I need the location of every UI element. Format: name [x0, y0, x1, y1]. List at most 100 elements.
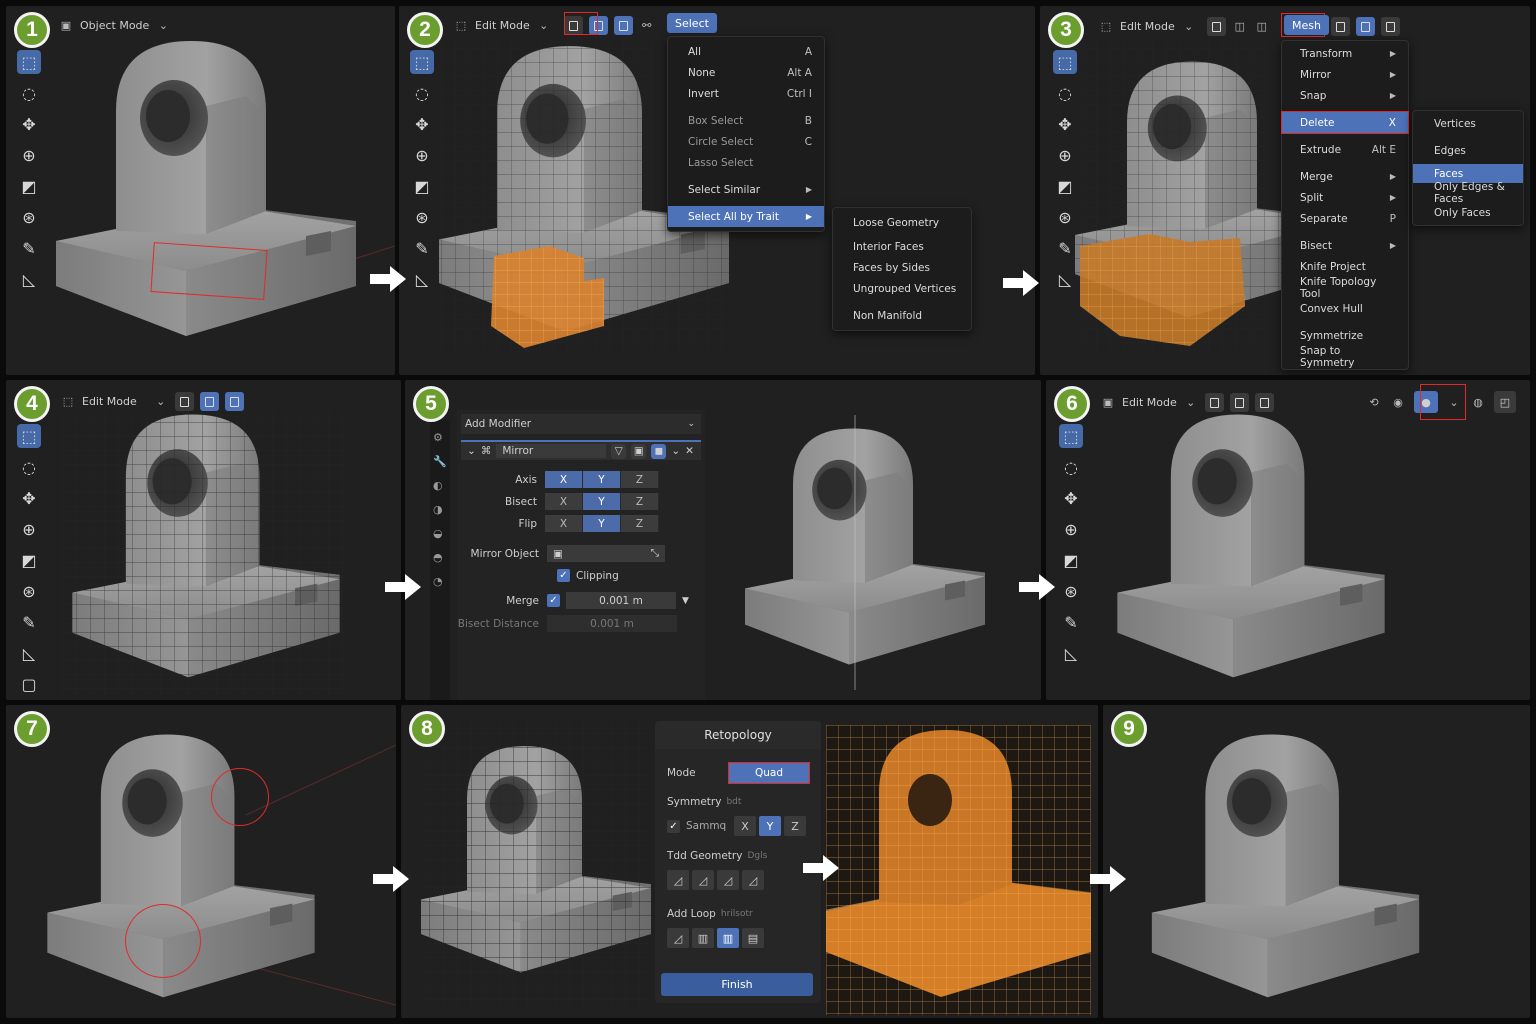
mode-selector[interactable]: ⬚ Edit Mode ⌄	[60, 392, 244, 411]
vertex-select-icon[interactable]	[174, 392, 194, 411]
vertex-select-icon[interactable]	[1331, 17, 1350, 36]
menu-item[interactable]: Extrude Alt E	[1282, 139, 1408, 160]
menu-item[interactable]: Ungrouped Vertices	[833, 278, 971, 299]
cursor-tool-icon[interactable]: ◌	[17, 81, 41, 105]
modifier-name-field[interactable]: Mirror	[496, 444, 607, 458]
mode-selector[interactable]: ⬚ Edlt Mode ⌄ ◫ ◫	[1098, 17, 1270, 36]
menu-item[interactable]: Knife Project	[1282, 256, 1408, 277]
geometry-tool-1-icon[interactable]: ◿	[667, 870, 689, 890]
menu-item-delete[interactable]: Delete X	[1281, 111, 1409, 134]
menu-item[interactable]: None Alt A	[668, 62, 824, 83]
menu-item[interactable]: Snap to Symmetry	[1282, 345, 1408, 369]
move-tool-icon[interactable]: ✥	[17, 486, 41, 510]
transform-tool-icon[interactable]: ⊛	[410, 205, 434, 229]
scale-tool-icon[interactable]: ◩	[1053, 174, 1077, 198]
link-icon[interactable]: ⚯	[639, 18, 655, 34]
menu-item-select-all-by-trait[interactable]: Select All by Trait ▶	[668, 206, 824, 227]
menu-item[interactable]: Select Similar ▶	[668, 179, 824, 200]
add-icon[interactable]: ◫	[1254, 19, 1270, 35]
transform-tool-icon[interactable]: ⊛	[17, 205, 41, 229]
menu-item[interactable]: Vertices	[1413, 113, 1523, 134]
mirror-modifier-header[interactable]: ⌄ ⌘ Mirror ▽ ▣ ◼ ⌄ ✕	[461, 440, 701, 460]
symmetry-z-button[interactable]: Z	[784, 816, 806, 836]
gizmo-icon[interactable]: ⟲	[1366, 394, 1382, 410]
bisect-toggle[interactable]: XYZ	[545, 493, 659, 510]
viewport-1[interactable]	[6, 6, 395, 375]
face-select-icon[interactable]	[613, 16, 633, 35]
mode-quad-button[interactable]: Quad	[728, 762, 810, 784]
geometry-tool-2-icon[interactable]: ◿	[692, 870, 714, 890]
face-select-icon[interactable]	[1254, 393, 1274, 412]
annotate-tool-icon[interactable]: ✎	[1059, 610, 1083, 634]
menu-item[interactable]: All A	[668, 41, 824, 62]
menu-item[interactable]: Faces by Sides	[833, 257, 971, 278]
add-modifier-dropdown[interactable]: Add Modifier ⌄	[461, 414, 701, 434]
flip-toggle[interactable]: XYZ	[545, 515, 659, 532]
select-menu-tab[interactable]: Select	[667, 13, 717, 33]
transform-tool-icon[interactable]: ⊛	[1053, 205, 1077, 229]
symmetry-checkbox[interactable]: ✓	[667, 819, 680, 833]
move-tool-icon[interactable]: ✥	[410, 112, 434, 136]
loop-tool-4-icon[interactable]: ▤	[742, 928, 764, 948]
measure-tool-icon[interactable]: ◺	[1053, 267, 1077, 291]
merge-distance-field[interactable]: 0.001 m	[566, 592, 676, 609]
menu-item[interactable]: Only Faces	[1413, 203, 1523, 223]
menu-item[interactable]: Symmetrize	[1282, 325, 1408, 346]
merge-checkbox[interactable]: ✓	[547, 594, 560, 607]
viewport-toggle-icon[interactable]: ▣	[631, 443, 647, 459]
loop-tool-3-icon[interactable]: ▥	[717, 928, 739, 948]
menu-item[interactable]: Snap ▶	[1282, 85, 1408, 106]
loop-tool-1-icon[interactable]: ◿	[667, 928, 689, 948]
mirror-object-field[interactable]: ▣ ⤡	[547, 545, 665, 562]
cursor-tool-icon[interactable]: ◌	[1053, 81, 1077, 105]
face-select-icon[interactable]	[224, 392, 244, 411]
select-tool-icon[interactable]: ⬚	[17, 50, 41, 74]
viewport-6[interactable]	[1046, 380, 1530, 700]
edge-select-icon[interactable]	[1229, 393, 1249, 412]
viewport-4[interactable]	[6, 380, 401, 700]
mode-selector[interactable]: ▣ Object Mode ⌄	[58, 17, 171, 33]
add-cube-tool-icon[interactable]: ▢	[17, 672, 41, 696]
scale-tool-icon[interactable]: ◩	[410, 174, 434, 198]
cursor-tool-icon[interactable]: ◌	[1059, 455, 1083, 479]
viewport-9[interactable]	[1103, 705, 1530, 1018]
menu-item[interactable]: Separate P	[1282, 208, 1408, 229]
mode-selector[interactable]: ▣ Edit Mode ⌄	[1100, 393, 1274, 412]
scale-tool-icon[interactable]: ◩	[1059, 548, 1083, 572]
edge-select-icon[interactable]	[1356, 17, 1375, 36]
measure-tool-icon[interactable]: ◺	[17, 641, 41, 665]
menu-item[interactable]: Transform ▶	[1282, 43, 1408, 64]
menu-item[interactable]: Loose Geometry	[833, 212, 971, 233]
edit-mode-toggle-icon[interactable]: ▽	[611, 443, 627, 459]
menu-item[interactable]: Merge ▶	[1282, 166, 1408, 187]
menu-item[interactable]: Split ▶	[1282, 187, 1408, 208]
overlay-icon[interactable]: ◉	[1390, 394, 1406, 410]
scale-tool-icon[interactable]: ◩	[17, 174, 41, 198]
menu-item[interactable]: Invert Ctrl I	[668, 83, 824, 104]
menu-item[interactable]: Non Manifold	[833, 305, 971, 326]
property-tab-icons[interactable]: ⚙ 🔧 ◐ ◑ ◒ ◓ ◔	[433, 426, 447, 594]
select-tool-icon[interactable]: ⬚	[17, 424, 41, 448]
menu-item[interactable]: Circle Select C	[668, 131, 824, 152]
cursor-tool-icon[interactable]: ◌	[410, 81, 434, 105]
select-tool-icon[interactable]: ⬚	[410, 50, 434, 74]
annotate-tool-icon[interactable]: ✎	[1053, 236, 1077, 260]
eyedropper-icon[interactable]: ⤡	[651, 547, 659, 560]
loop-tool-2-icon[interactable]: ▥	[692, 928, 714, 948]
menu-item[interactable]: Knife Topology Tool	[1282, 276, 1408, 300]
geometry-tool-4-icon[interactable]: ◿	[742, 870, 764, 890]
scale-tool-icon[interactable]: ◩	[17, 548, 41, 572]
annotate-tool-icon[interactable]: ✎	[410, 236, 434, 260]
collapse-icon[interactable]: ⌄	[467, 445, 476, 457]
bisect-distance-field[interactable]: 0.001 m	[547, 615, 677, 632]
vertex-select-icon[interactable]	[1204, 393, 1224, 412]
symmetry-y-button[interactable]: Y	[759, 816, 781, 836]
annotate-tool-icon[interactable]: ✎	[17, 236, 41, 260]
select-tool-icon[interactable]: ⬚	[1053, 50, 1077, 74]
rotate-tool-icon[interactable]: ⊕	[410, 143, 434, 167]
cursor-tool-icon[interactable]: ◌	[17, 455, 41, 479]
select-icon[interactable]: ◫	[1232, 19, 1248, 35]
face-select-icon[interactable]	[1381, 17, 1400, 36]
measure-tool-icon[interactable]: ◺	[1059, 641, 1083, 665]
edge-select-icon[interactable]	[199, 392, 219, 411]
